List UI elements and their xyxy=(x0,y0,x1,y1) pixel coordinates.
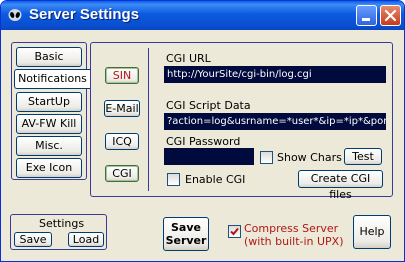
compress-server-checkbox[interactable] xyxy=(228,225,241,238)
subtab-sin-button[interactable]: SIN xyxy=(105,67,139,84)
settings-save-button[interactable]: Save xyxy=(14,232,52,247)
nav-misc-button[interactable]: Misc. xyxy=(16,136,82,156)
show-chars-label: Show Chars xyxy=(277,151,342,164)
show-chars-checkbox[interactable] xyxy=(260,151,273,164)
subtab-email-button[interactable]: E-Mail xyxy=(104,100,140,117)
nav-av-fw-kill-button[interactable]: AV-FW Kill xyxy=(16,114,82,134)
enable-cgi-label: Enable CGI xyxy=(185,173,246,186)
subtab-cgi-button[interactable]: CGI xyxy=(105,165,139,182)
enable-cgi-checkbox[interactable] xyxy=(167,173,180,186)
checkmark-icon xyxy=(230,227,239,236)
cgi-password-label: CGI Password xyxy=(166,135,241,148)
nav-basic-button[interactable]: Basic xyxy=(16,47,82,67)
compress-server-line1: Compress Server xyxy=(244,222,339,235)
cgi-script-data-input[interactable]: ?action=log&usrname=*user*&ip=*ip*&port=… xyxy=(164,113,386,130)
minimize-button[interactable] xyxy=(356,5,377,26)
window-title: Server Settings xyxy=(29,6,140,23)
cgi-url-input[interactable]: http://YourSite/cgi-bin/log.cgi xyxy=(164,66,386,83)
nav-notifications-button[interactable]: Notifications xyxy=(14,69,90,89)
subtab-divider xyxy=(148,48,149,191)
test-button[interactable]: Test xyxy=(344,148,382,165)
alien-app-icon xyxy=(8,9,22,21)
close-icon xyxy=(384,9,397,22)
title-bar[interactable]: Server Settings xyxy=(1,1,404,30)
cgi-script-data-label: CGI Script Data xyxy=(166,99,251,112)
save-server-button[interactable]: Save Server xyxy=(163,217,209,251)
nav-startup-button[interactable]: StartUp xyxy=(16,92,82,112)
save-server-line1: Save xyxy=(171,221,201,234)
subtab-icq-button[interactable]: ICQ xyxy=(105,133,139,150)
save-server-line2: Server xyxy=(165,234,207,247)
settings-load-button[interactable]: Load xyxy=(68,232,104,247)
nav-exe-icon-button[interactable]: Exe Icon xyxy=(16,158,82,178)
help-button[interactable]: Help xyxy=(353,215,391,249)
close-button[interactable] xyxy=(380,5,401,26)
compress-server-label: Compress Server (with built-in UPX) xyxy=(244,222,344,248)
compress-server-line2: (with built-in UPX) xyxy=(244,235,344,248)
create-cgi-files-button[interactable]: Create CGI files xyxy=(298,170,383,201)
server-settings-window: Server Settings Basic Notifications Star… xyxy=(0,0,405,262)
cgi-url-label: CGI URL xyxy=(166,52,211,65)
window-client-area: Basic Notifications StartUp AV-FW Kill M… xyxy=(4,30,401,259)
settings-group-title: Settings xyxy=(39,217,85,230)
cgi-password-input[interactable] xyxy=(164,148,254,165)
